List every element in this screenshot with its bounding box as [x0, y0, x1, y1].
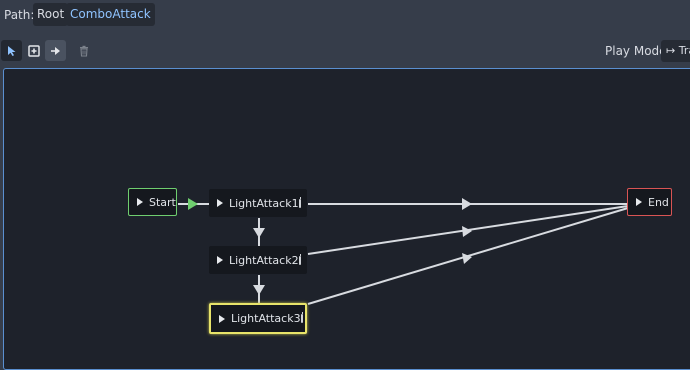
play-icon[interactable]: [636, 198, 642, 206]
select-arrow-icon: [7, 45, 15, 56]
state-node-label: Start: [149, 195, 176, 209]
play-icon[interactable]: [217, 199, 223, 207]
breadcrumb-combo-attack[interactable]: ComboAttack: [66, 3, 155, 26]
edit-node-icon[interactable]: [298, 196, 301, 208]
add-node-icon: [27, 44, 40, 57]
state-node-end[interactable]: End: [627, 188, 672, 216]
path-bar: Path: Root ComboAttack: [0, 0, 690, 30]
transition-arrow-icon: [253, 285, 265, 295]
add-node-tool-button[interactable]: [23, 40, 44, 61]
delete-tool-button[interactable]: [73, 40, 94, 61]
state-node-light-attack-2[interactable]: LightAttack2: [209, 246, 307, 274]
breadcrumb-root[interactable]: Root: [33, 3, 69, 26]
play-icon[interactable]: [217, 256, 223, 264]
state-node-light-attack-1[interactable]: LightAttack1: [209, 189, 307, 217]
play-icon[interactable]: [137, 198, 143, 206]
transition-arrow-icon: [462, 198, 472, 210]
trash-icon: [79, 45, 88, 57]
transition-arrow-icon: [253, 228, 265, 238]
travel-mode-icon: ↦: [666, 44, 679, 57]
graph-toolbar: Play Mode: ↦ Tra: [0, 39, 690, 65]
play-mode-value: Tra: [678, 44, 690, 57]
state-node-label: LightAttack3: [231, 312, 301, 325]
transition-arrow-icon: [462, 226, 472, 237]
edit-node-icon[interactable]: [300, 312, 303, 323]
connect-transition-tool-button[interactable]: [45, 40, 66, 61]
connect-transition-icon: [50, 46, 60, 55]
play-mode-select[interactable]: ↦ Tra: [661, 40, 690, 62]
state-node-light-attack-3[interactable]: LightAttack3: [209, 303, 307, 334]
state-node-label: End: [648, 195, 669, 209]
select-tool-button[interactable]: [1, 40, 22, 61]
transition-arrow-icon: [188, 198, 198, 210]
state-node-label: LightAttack2: [229, 253, 299, 267]
state-node-start[interactable]: Start: [128, 188, 177, 216]
play-icon[interactable]: [219, 314, 225, 323]
state-machine-graph[interactable]: [3, 68, 690, 370]
edit-node-icon[interactable]: [298, 253, 301, 265]
state-node-label: LightAttack1: [229, 196, 299, 210]
transition-links: [178, 198, 629, 305]
path-label: Path:: [4, 8, 35, 22]
